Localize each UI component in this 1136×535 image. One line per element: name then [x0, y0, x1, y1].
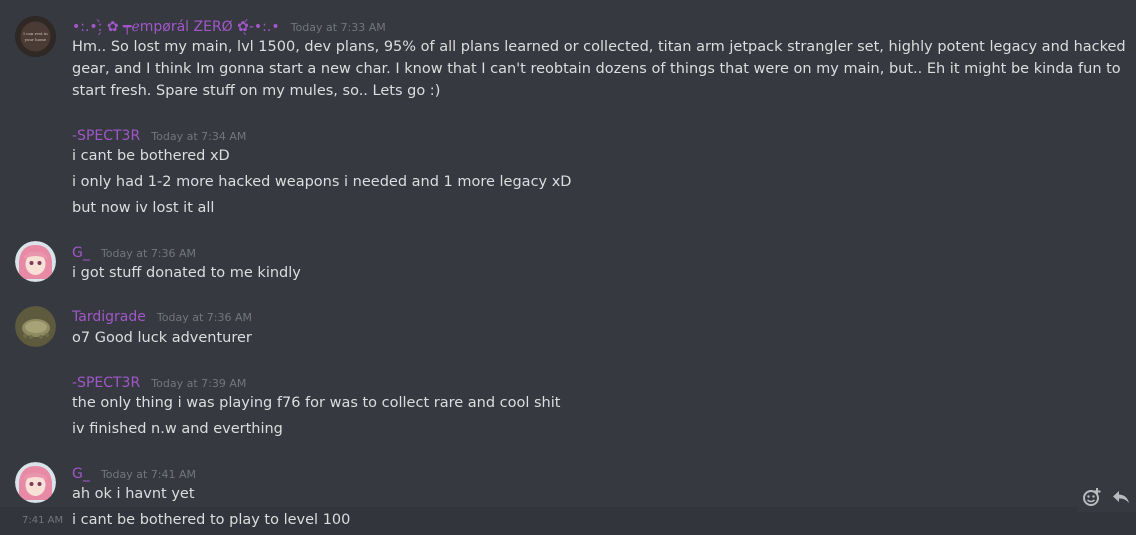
message-text: ah ok i havnt yet: [72, 486, 195, 502]
avatar[interactable]: I can rest in your home: [15, 16, 56, 57]
timestamp: Today at 7:39 AM: [151, 377, 247, 390]
message-text: i cant be bothered xD: [72, 148, 230, 164]
message-text: i only had 1-2 more hacked weapons i nee…: [72, 174, 572, 190]
timestamp: Today at 7:36 AM: [156, 311, 252, 324]
message-text: o7 Good luck adventurer: [72, 330, 252, 346]
message-text: i got stuff donated to me kindly: [72, 265, 301, 281]
username[interactable]: -SPECT3R: [72, 375, 140, 391]
timestamp: Today at 7:36 AM: [100, 247, 197, 260]
message-actions: [1077, 482, 1136, 512]
svg-text:your home: your home: [24, 37, 47, 42]
username[interactable]: Tardigrade: [72, 309, 146, 325]
svg-text:I can rest in: I can rest in: [23, 31, 48, 36]
message-text: Hm.. So lost my main, lvl 1500, dev plan…: [72, 39, 1126, 99]
add-reaction-button[interactable]: [1080, 485, 1104, 509]
timestamp: Today at 7:34 AM: [151, 130, 247, 143]
username[interactable]: -SPECT3R: [72, 128, 140, 144]
avatar[interactable]: [15, 241, 56, 282]
avatar[interactable]: [15, 462, 56, 503]
message-text: i cant be bothered to play to level 100: [72, 512, 351, 528]
username[interactable]: G_: [72, 245, 90, 261]
message-text: but now iv lost it all: [72, 200, 215, 216]
hover-timestamp: 7:41 AM: [22, 515, 64, 526]
chat-messages: I can rest in your home •:.•:̗̀ ✿ ┯ℯmpør…: [0, 0, 1136, 535]
timestamp: Today at 7:33 AM: [290, 21, 386, 34]
username[interactable]: •:.•:̗̀ ✿ ┯ℯmpørál ZERØ ✿̖́-•:.•: [72, 19, 280, 35]
avatar[interactable]: [15, 306, 56, 347]
message-text: iv finished n.w and everthing: [72, 421, 283, 437]
reply-button[interactable]: [1109, 485, 1133, 509]
message-text: the only thing i was playing f76 for was…: [72, 395, 561, 411]
timestamp: Today at 7:41 AM: [100, 468, 197, 481]
username[interactable]: G_: [72, 466, 90, 482]
add-reaction-icon: [1082, 488, 1101, 506]
reply-icon: [1113, 491, 1130, 503]
